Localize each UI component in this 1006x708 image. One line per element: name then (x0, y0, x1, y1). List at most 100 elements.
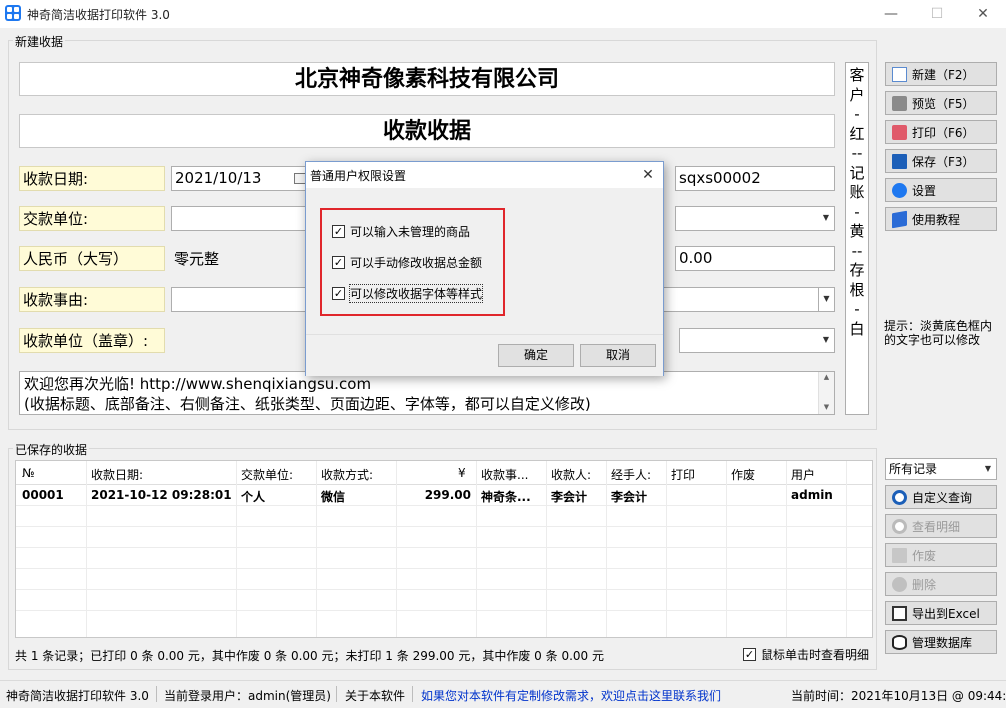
side-note-char: - (854, 202, 860, 221)
date-field[interactable]: 2021/10/13 (171, 166, 311, 191)
option-label: 可以修改收据字体等样式 (348, 284, 484, 303)
delete-button[interactable]: 删除 (885, 572, 997, 596)
payer-label[interactable]: 交款单位: (19, 206, 165, 231)
receipt-title[interactable]: 收款收据 (19, 114, 835, 148)
option-checkbox[interactable]: ✓ (332, 256, 345, 269)
void-label: 作废 (912, 548, 937, 563)
floppy-disk-icon (892, 153, 907, 169)
side-note-char: 存 (849, 261, 865, 279)
new-document-icon (892, 66, 907, 82)
export-excel-button[interactable]: 导出到Excel (885, 601, 997, 625)
printer-preview-icon (892, 95, 907, 111)
dialog-title: 普通用户权限设置 (310, 169, 407, 183)
custom-query-button[interactable]: 自定义查询 (885, 485, 997, 509)
ok-button[interactable]: 确定 (498, 344, 574, 367)
settings-button[interactable]: 设置 (885, 178, 997, 202)
new-receipt-group-title: 新建收据 (13, 33, 66, 50)
column-header[interactable]: № (22, 466, 34, 480)
option-checkbox[interactable]: ✓ (332, 287, 345, 300)
amount-field[interactable]: 0.00 (675, 246, 835, 271)
stamp-label[interactable]: 收款单位（盖章）: (19, 328, 165, 353)
side-note-vertical[interactable]: 客 户 - 红 -- 记 账 - 黄 -- 存 根 - 白 (845, 62, 869, 415)
print-button[interactable]: 打印（F6） (885, 120, 997, 144)
manage-database-label: 管理数据库 (912, 635, 973, 650)
side-note-char: -- (851, 144, 863, 162)
option-label: 可以输入未管理的商品 (350, 225, 471, 239)
maximize-button[interactable]: ☐ (914, 0, 960, 28)
rmb-label[interactable]: 人民币（大写） (19, 246, 165, 271)
company-title[interactable]: 北京神奇像素科技有限公司 (19, 62, 835, 96)
footer-line-2: (收据标题、底部备注、右侧备注、纸张类型、页面边距、字体等，都可以自定义修改) (24, 395, 591, 413)
column-header[interactable]: 交款单位: (241, 466, 293, 483)
window-title: 神奇简洁收据打印软件 3.0 (27, 8, 170, 22)
side-note-char: - (854, 105, 860, 123)
table-cell: 个人 (241, 490, 266, 504)
printer-icon (892, 124, 907, 140)
save-button-label: 保存（F3） (912, 154, 975, 169)
option-row[interactable]: ✓ 可以修改收据字体等样式 (332, 284, 484, 303)
custom-query-label: 自定义查询 (912, 490, 973, 505)
option-checkbox[interactable]: ✓ (332, 225, 345, 238)
app-icon (5, 5, 21, 21)
payee-select[interactable]: ▼ (679, 328, 835, 353)
date-value: 2021/10/13 (175, 169, 262, 187)
side-note-char: 客 (849, 66, 865, 84)
date-label[interactable]: 收款日期: (19, 166, 165, 191)
column-header[interactable]: 收款人: (551, 466, 591, 483)
save-button[interactable]: 保存（F3） (885, 149, 997, 173)
click-detail-label: 鼠标单击时查看明细 (761, 648, 870, 662)
search-icon (892, 489, 907, 505)
click-detail-checkbox[interactable]: ✓ (743, 648, 756, 661)
cancel-button[interactable]: 取消 (580, 344, 656, 367)
side-note-char: 红 (849, 124, 865, 143)
chevron-down-icon: ▼ (984, 464, 992, 473)
about-link[interactable]: 关于本软件 (345, 687, 405, 704)
footer-note-textarea[interactable]: 欢迎您再次光临! http://www.shenqixiangsu.com (收… (19, 371, 835, 415)
column-header[interactable]: 收款日期: (91, 466, 143, 483)
receipt-number-field[interactable]: sqxs00002 (675, 166, 835, 191)
settings-button-label: 设置 (912, 183, 937, 198)
book-icon (892, 210, 907, 228)
preview-button[interactable]: 预览（F5） (885, 91, 997, 115)
table-cell: 00001 (22, 488, 64, 502)
record-filter-select[interactable]: 所有记录 ▼ (885, 458, 997, 480)
column-header[interactable]: 用户 (791, 466, 815, 483)
view-detail-button[interactable]: 查看明细 (885, 514, 997, 538)
minimize-button[interactable]: — (868, 0, 914, 28)
side-note-char: 根 (849, 280, 865, 299)
click-detail-checkbox-row[interactable]: ✓ 鼠标单击时查看明细 (743, 646, 869, 663)
gear-icon (892, 182, 907, 198)
chevron-down-icon: ▼ (822, 213, 830, 222)
column-header[interactable]: 经手人: (611, 466, 651, 483)
summary-text: 共 1 条记录；已打印 0 条 0.00 元，其中作废 0 条 0.00 元；未… (15, 649, 604, 663)
column-header[interactable]: 收款事... (481, 466, 528, 483)
preview-button-label: 预览（F5） (912, 96, 975, 111)
column-header[interactable]: ¥ (458, 466, 466, 480)
footer-line-1: 欢迎您再次光临! http://www.shenqixiangsu.com (24, 375, 372, 393)
table-cell: 神奇条... (481, 490, 531, 504)
void-button[interactable]: 作废 (885, 543, 997, 567)
payment-method-select[interactable]: ▼ (675, 206, 835, 231)
option-row[interactable]: ✓ 可以手动修改收据总金额 (332, 254, 482, 271)
tutorial-button[interactable]: 使用教程 (885, 207, 997, 231)
delete-label: 删除 (912, 577, 937, 592)
table-row[interactable]: 00001 2021-10-12 09:28:01 个人 微信 299.00 神… (16, 485, 872, 505)
manage-database-button[interactable]: 管理数据库 (885, 630, 997, 654)
option-row[interactable]: ✓ 可以输入未管理的商品 (332, 223, 470, 240)
title-bar: 神奇简洁收据打印软件 3.0 — ☐ ✕ (0, 0, 1006, 28)
close-button[interactable]: ✕ (960, 0, 1006, 28)
option-label: 可以手动修改收据总金额 (350, 256, 483, 270)
column-header[interactable]: 收款方式: (321, 466, 373, 483)
table-cell: 李会计 (551, 490, 588, 504)
column-header[interactable]: 打印 (671, 466, 695, 483)
dialog-close-button[interactable]: ✕ (636, 164, 660, 186)
saved-receipts-table[interactable]: № 收款日期: 交款单位: 收款方式: ¥ 收款事... 收款人: 经手人: 打… (15, 460, 873, 638)
new-button[interactable]: 新建（F2） (885, 62, 997, 86)
reason-label[interactable]: 收款事由: (19, 287, 165, 312)
textarea-scrollbar[interactable]: ▲ ▼ (818, 372, 834, 414)
chevron-down-icon[interactable]: ▼ (818, 288, 834, 311)
delete-icon (892, 576, 907, 592)
payer-input[interactable] (171, 206, 311, 231)
contact-link[interactable]: 如果您对本软件有定制修改需求，欢迎点击这里联系我们 (421, 687, 721, 704)
column-header[interactable]: 作废 (731, 466, 755, 483)
